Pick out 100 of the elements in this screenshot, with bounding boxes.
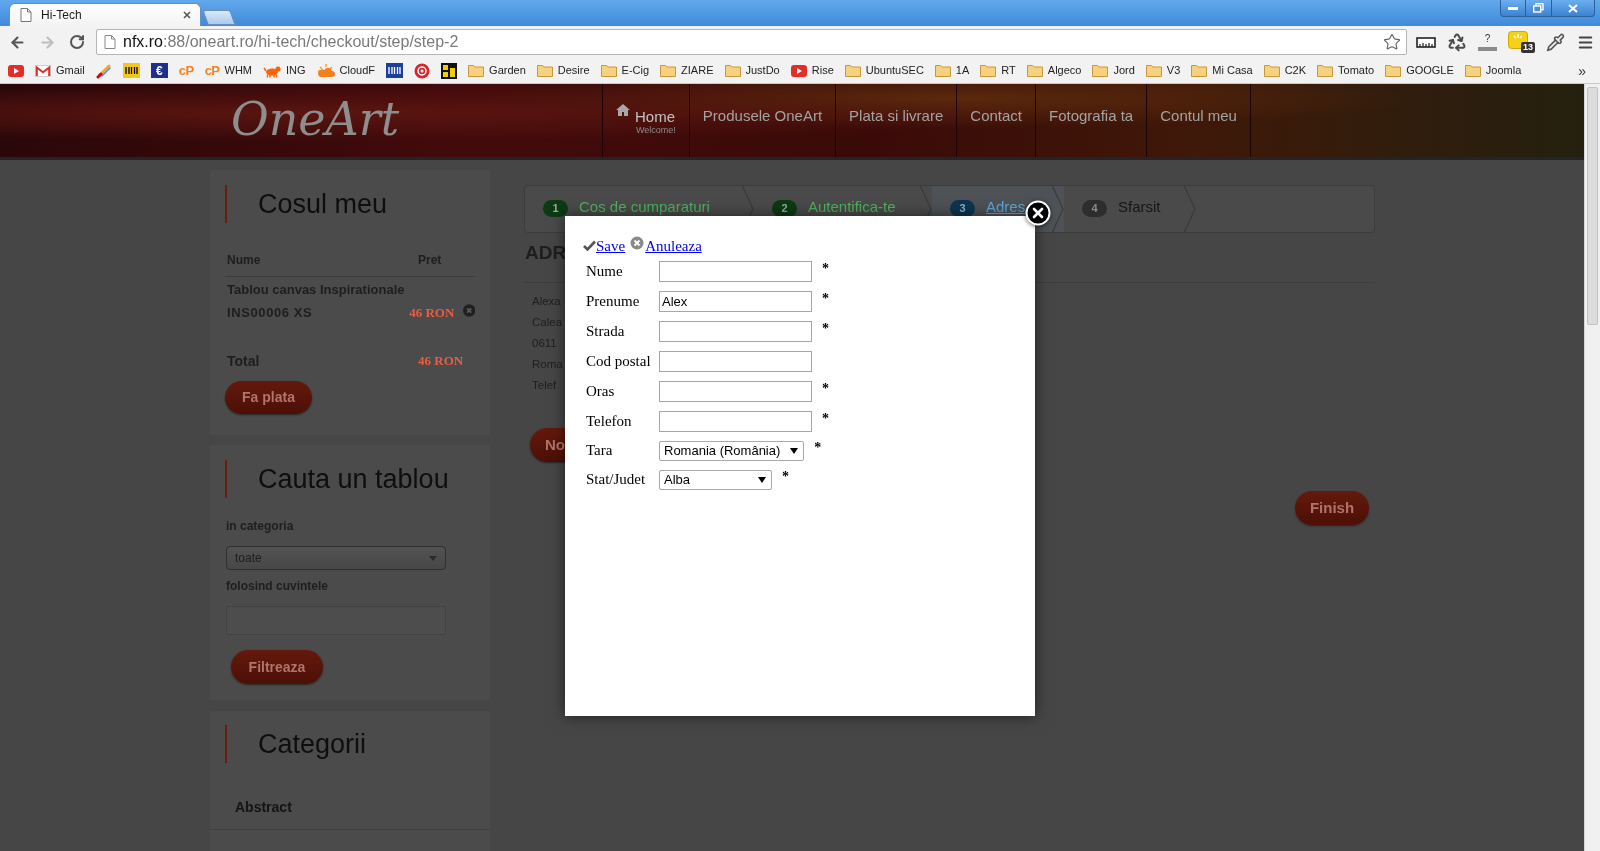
step-label: Adres	[986, 197, 1026, 215]
cancel-link[interactable]: Anuleaza	[645, 237, 702, 255]
filter-button[interactable]: Filtreaza	[231, 650, 323, 684]
step-number: 3	[950, 199, 975, 217]
pipette-icon[interactable]	[1546, 32, 1565, 52]
mail-icon	[35, 64, 51, 77]
browser-tab[interactable]: Hi-Tech	[9, 3, 201, 26]
restore-icon	[1533, 3, 1544, 13]
text-field[interactable]	[659, 410, 812, 432]
bookmark[interactable]: Algeco	[1026, 62, 1082, 79]
bookmark[interactable]: JustDo	[724, 62, 780, 79]
help-button[interactable]: ?	[1478, 33, 1497, 51]
restore-button[interactable]	[1526, 0, 1552, 17]
bookmark[interactable]: 1A	[934, 62, 970, 79]
bookmark[interactable]: RT	[980, 62, 1016, 79]
close-button[interactable]	[1552, 0, 1595, 17]
minimize-button[interactable]	[1500, 0, 1526, 17]
back-icon[interactable]	[9, 33, 26, 51]
minimize-icon	[1508, 6, 1518, 10]
site-logo: cP	[204, 64, 220, 77]
close-icon[interactable]	[183, 11, 191, 19]
checkout-button[interactable]: Fa plata	[225, 381, 312, 414]
nav-link[interactable]: Fotografia ta	[1035, 84, 1147, 157]
home-icon	[616, 103, 630, 116]
bookmark[interactable]: Mi Casa	[1191, 62, 1253, 79]
bookmark[interactable]: C2K	[1263, 62, 1307, 79]
text-field[interactable]	[659, 260, 812, 282]
bookmark[interactable]: CloudF	[316, 62, 376, 79]
step-label: Autentifica-te	[808, 197, 896, 215]
nav-link[interactable]: Contact	[956, 84, 1035, 157]
play-icon[interactable]	[8, 64, 24, 77]
dropdown[interactable]: Alba	[659, 469, 772, 490]
site-logo[interactable]: OneArt	[231, 95, 400, 142]
bookmark[interactable]: GOOGLE	[1385, 62, 1454, 79]
text-field[interactable]	[659, 350, 812, 372]
page-icon	[104, 35, 116, 49]
target-icon[interactable]	[414, 62, 431, 79]
nav-link[interactable]: Contul meu	[1146, 84, 1251, 157]
bookmark[interactable]: ZIARE	[660, 62, 714, 79]
folder-icon	[660, 64, 677, 77]
reload-icon[interactable]	[69, 34, 85, 50]
folder-icon	[1464, 64, 1481, 77]
finish-button[interactable]: Finish	[1295, 491, 1369, 525]
check-icon[interactable]	[583, 239, 596, 251]
bookmark[interactable]: Jord	[1092, 62, 1135, 79]
folder-icon	[1263, 64, 1280, 77]
folder-icon	[1092, 64, 1109, 77]
logo-icon[interactable]	[122, 63, 140, 78]
notification-count: 13	[1521, 42, 1535, 53]
scrollbar-thumb[interactable]	[1587, 87, 1598, 325]
play-icon	[790, 64, 807, 77]
field-label: Oras	[586, 382, 615, 399]
dropdown[interactable]: Romania (România)	[659, 440, 805, 461]
menu-icon[interactable]	[1577, 33, 1594, 51]
bookmark[interactable]: ING	[263, 62, 306, 79]
bookmark[interactable]: Joomla	[1464, 62, 1522, 79]
folder-icon	[1385, 64, 1402, 77]
caret-icon	[758, 476, 766, 483]
nav-subtitle: Welcome!	[636, 124, 676, 136]
field-label: Tara	[586, 442, 613, 459]
text-field[interactable]: Alex	[659, 290, 812, 312]
nav-link[interactable]: Home Welcome!	[602, 84, 689, 157]
bookmark[interactable]: Rise	[790, 62, 834, 79]
folder-icon	[934, 64, 951, 77]
bookmark[interactable]: E-Cig	[600, 62, 650, 79]
field-label: Stat/Judet	[586, 471, 646, 488]
bookmark[interactable]: Desire	[536, 62, 590, 79]
panel-title: Cauta un tablou	[258, 465, 449, 493]
text-field[interactable]	[659, 320, 812, 342]
bookmark[interactable]: Tomato	[1317, 62, 1375, 79]
required-mark: *	[822, 409, 829, 428]
site-logo[interactable]: €	[150, 63, 168, 78]
accent-bar	[225, 185, 227, 223]
bookmarks-overflow[interactable]: »	[1578, 63, 1586, 78]
save-link[interactable]: Save	[596, 237, 626, 255]
bookmark[interactable]: Gmail	[35, 62, 85, 79]
caret-icon	[429, 555, 437, 561]
remove-icon[interactable]	[462, 304, 475, 317]
field-label: Cod postal	[586, 352, 651, 369]
bookmark[interactable]: V3	[1145, 62, 1181, 79]
bookmark[interactable]: UbuntuSEC	[844, 62, 924, 79]
accent-bar	[225, 460, 227, 498]
folder-icon	[724, 64, 741, 77]
brush-icon[interactable]	[95, 62, 112, 79]
folder-icon	[1145, 64, 1162, 77]
cancel-icon[interactable]	[630, 236, 645, 250]
action-button[interactable]: No	[530, 428, 565, 462]
total-price: 46 RON	[418, 352, 464, 371]
star-icon[interactable]	[1383, 33, 1401, 51]
address-bar[interactable]: nfx.ro:88/oneart.ro/hi-tech/checkout/step/step-2	[96, 29, 1407, 55]
recycle-icon[interactable]	[1447, 32, 1467, 52]
ruler-icon[interactable]	[1416, 36, 1436, 48]
nav-link[interactable]: Plata si livrare	[835, 84, 957, 157]
emblem-icon[interactable]	[441, 62, 458, 79]
bookmark[interactable]: cP WHM	[204, 62, 253, 79]
text-field[interactable]	[659, 380, 812, 402]
new-tab-button[interactable]	[202, 10, 236, 25]
logo-icon[interactable]	[386, 63, 404, 78]
bookmark[interactable]: Garden	[468, 62, 526, 79]
nav-link[interactable]: Produsele OneArt	[688, 84, 836, 157]
